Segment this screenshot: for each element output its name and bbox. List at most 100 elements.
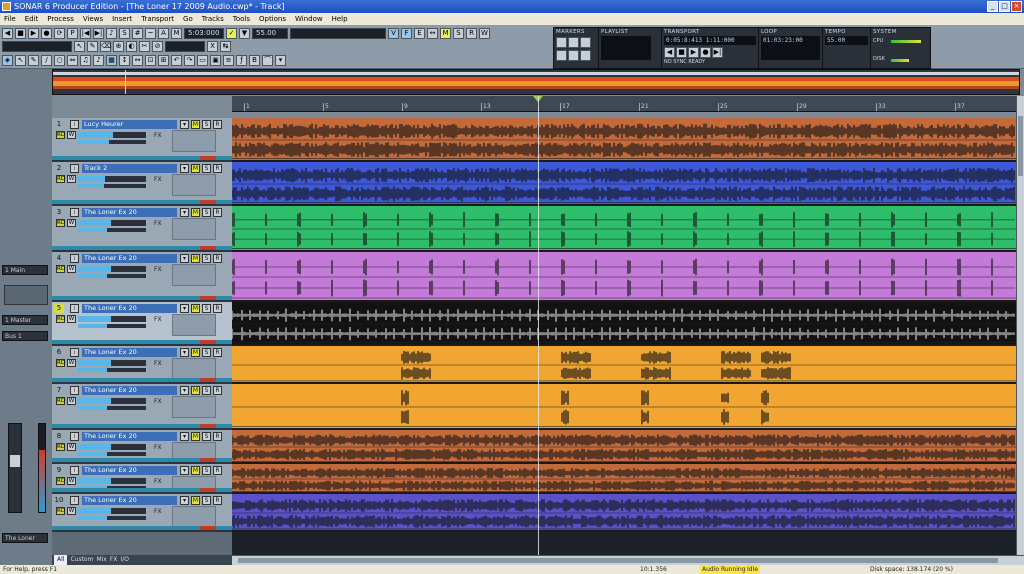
zoom-icon[interactable]: ⊕: [113, 41, 124, 52]
clips-pane[interactable]: [232, 118, 1016, 555]
solo-button[interactable]: S: [202, 164, 211, 173]
bus-field[interactable]: Bus 1: [2, 331, 48, 341]
undo-icon[interactable]: ↶: [171, 55, 182, 66]
solo-button[interactable]: S: [202, 120, 211, 129]
track-name[interactable]: The Loner Ex 20: [82, 496, 177, 505]
r-toggle-icon[interactable]: R: [466, 28, 477, 39]
mix-icon[interactable]: ≡: [223, 55, 234, 66]
solo-button[interactable]: S: [202, 496, 211, 505]
maximize-button[interactable]: □: [999, 1, 1010, 12]
solo-button[interactable]: S: [202, 432, 211, 441]
audio-clip[interactable]: [232, 494, 1016, 532]
volume-slider[interactable]: [78, 220, 146, 226]
vscroll-thumb[interactable]: [1018, 116, 1023, 176]
track-name[interactable]: The Loner Ex 20: [82, 208, 177, 217]
arm-button[interactable]: R: [213, 208, 222, 217]
menu-views[interactable]: Views: [83, 13, 103, 25]
track-name[interactable]: The Loner Ex 20: [82, 466, 177, 475]
midi-icon[interactable]: ♪: [93, 55, 104, 66]
mute-button[interactable]: M: [191, 254, 200, 263]
write-automation-button[interactable]: W: [67, 443, 76, 451]
t-play-icon[interactable]: ▶: [688, 47, 699, 58]
output-field[interactable]: The Loner: [2, 533, 48, 543]
pan-slider[interactable]: [78, 324, 146, 328]
split-icon[interactable]: ✂: [139, 41, 150, 52]
tab-mix[interactable]: Mix: [96, 555, 106, 565]
arm-button[interactable]: R: [213, 432, 222, 441]
pointer-icon[interactable]: ↖: [15, 55, 26, 66]
pan-slider[interactable]: [78, 274, 146, 278]
write-automation-button[interactable]: W: [67, 397, 76, 405]
solo-button[interactable]: S: [202, 466, 211, 475]
read-automation-button[interactable]: RD: [56, 175, 65, 183]
save-icon[interactable]: ▣: [210, 55, 221, 66]
marker-btn[interactable]: [568, 37, 579, 48]
menu-options[interactable]: Options: [259, 13, 286, 25]
solo-button[interactable]: S: [202, 348, 211, 357]
menu-tools[interactable]: Tools: [233, 13, 250, 25]
navigator-strip[interactable]: [52, 69, 1020, 95]
menu-window[interactable]: Window: [295, 13, 323, 25]
track-name[interactable]: The Loner Ex 20: [82, 432, 177, 441]
play-icon[interactable]: ▶: [28, 28, 39, 39]
track-menu-icon[interactable]: ▾: [180, 254, 189, 263]
volume-slider[interactable]: [78, 132, 146, 138]
punch-icon[interactable]: P: [67, 28, 78, 39]
read-automation-button[interactable]: RD: [56, 359, 65, 367]
smart-tool-icon[interactable]: ◈: [2, 55, 13, 66]
m-toggle-icon[interactable]: M: [440, 28, 451, 39]
vertical-scrollbar[interactable]: [1016, 96, 1024, 555]
volume-slider[interactable]: [78, 478, 146, 484]
track-name[interactable]: The Loner Ex 20: [82, 304, 177, 313]
audio-clip[interactable]: [232, 118, 1016, 162]
arm-button[interactable]: R: [213, 164, 222, 173]
fx-bin[interactable]: [172, 218, 216, 240]
track-dropdown[interactable]: [290, 28, 386, 39]
mute-button[interactable]: M: [191, 432, 200, 441]
write-automation-button[interactable]: W: [67, 507, 76, 515]
volume-slider[interactable]: [78, 316, 146, 322]
fx-bin[interactable]: [172, 506, 216, 528]
track-menu-icon[interactable]: ▾: [180, 432, 189, 441]
edit-icon[interactable]: E: [414, 28, 425, 39]
draw-icon[interactable]: ✎: [87, 41, 98, 52]
read-automation-button[interactable]: RD: [56, 397, 65, 405]
tab-all[interactable]: All: [54, 555, 68, 565]
read-automation-button[interactable]: RD: [56, 315, 65, 323]
write-automation-button[interactable]: W: [67, 477, 76, 485]
stop-icon[interactable]: ■: [15, 28, 26, 39]
select-icon[interactable]: ↖: [74, 41, 85, 52]
arm-button[interactable]: R: [213, 120, 222, 129]
pan-slider[interactable]: [78, 406, 146, 410]
track-menu-icon[interactable]: ▾: [180, 496, 189, 505]
time-select-icon[interactable]: ⇔: [67, 55, 78, 66]
track-drag-icon[interactable]: ⁞: [70, 120, 79, 129]
audio-clip[interactable]: [232, 384, 1016, 430]
scrub-icon[interactable]: ◐: [126, 41, 137, 52]
pan-slider[interactable]: [78, 184, 146, 188]
menu-edit[interactable]: Edit: [25, 13, 39, 25]
markers-icon[interactable]: ▾: [275, 55, 286, 66]
track-header[interactable]: 3 ⁞ The Loner Ex 20 ▾ M S R RD W FX: [52, 206, 232, 252]
fx-bin[interactable]: [172, 130, 216, 152]
read-automation-button[interactable]: RD: [56, 265, 65, 273]
audio-clip[interactable]: [232, 206, 1016, 252]
input-field[interactable]: 1 Main: [2, 265, 48, 275]
audio-clip[interactable]: [232, 302, 1016, 346]
monitor-icon[interactable]: M: [171, 28, 182, 39]
read-automation-button[interactable]: RD: [56, 131, 65, 139]
audio-clip[interactable]: [232, 252, 1016, 302]
audio-clip[interactable]: [232, 430, 1016, 464]
menu-tracks[interactable]: Tracks: [202, 13, 224, 25]
track-drag-icon[interactable]: ⁞: [70, 496, 79, 505]
tempo-field[interactable]: 55.00: [252, 28, 288, 39]
marker-icon[interactable]: ▼: [239, 28, 250, 39]
track-drag-icon[interactable]: ⁞: [70, 304, 79, 313]
line-icon[interactable]: /: [41, 55, 52, 66]
lasso-icon[interactable]: ○: [54, 55, 65, 66]
volume-slider[interactable]: [78, 444, 146, 450]
track-drag-icon[interactable]: ⁞: [70, 208, 79, 217]
go-start-icon[interactable]: |◀: [80, 28, 91, 39]
rewind-icon[interactable]: ◀: [2, 28, 13, 39]
read-automation-button[interactable]: RD: [56, 477, 65, 485]
